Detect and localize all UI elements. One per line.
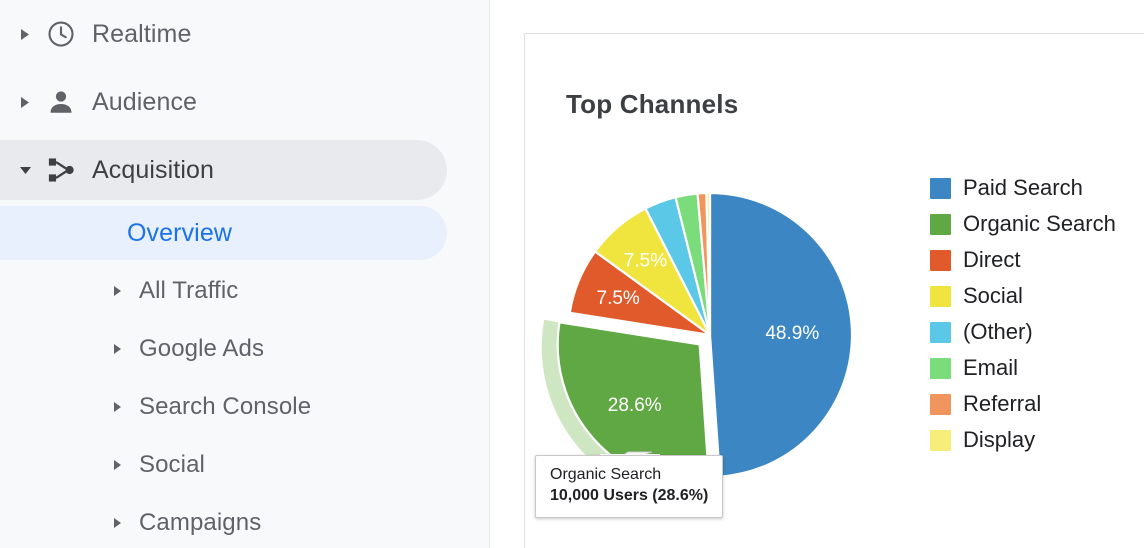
- legend-label: Social: [963, 283, 1023, 308]
- legend-item[interactable]: Paid Search: [930, 170, 1144, 206]
- chevron-right-icon[interactable]: [113, 343, 127, 355]
- person-icon: [46, 87, 80, 117]
- sidebar-item-label: Realtime: [92, 19, 192, 48]
- legend-swatch: [930, 429, 951, 451]
- clock-icon: [46, 19, 80, 49]
- tooltip-title: Organic Search: [550, 466, 662, 483]
- legend-item[interactable]: (Other): [930, 314, 1144, 350]
- legend-swatch: [930, 213, 951, 235]
- legend-swatch: [930, 177, 951, 199]
- legend-label: (Other): [963, 319, 1033, 344]
- sidebar-item-label: Google Ads: [139, 335, 265, 362]
- sidebar-item-label: Acquisition: [92, 155, 214, 184]
- page-root: Realtime Audience Acquisition Overview A…: [0, 0, 1144, 548]
- legend-label: Paid Search: [963, 175, 1083, 200]
- legend-swatch: [930, 321, 951, 343]
- chevron-right-icon[interactable]: [113, 401, 127, 413]
- legend-item[interactable]: Direct: [930, 242, 1144, 278]
- pie-slice-label: 48.9%: [765, 323, 819, 344]
- legend-swatch: [930, 285, 951, 307]
- sidebar-item-label: Social: [139, 451, 205, 478]
- legend-label: Referral: [963, 391, 1042, 416]
- chart-tooltip: Organic Search 10,000 Users (28.6%): [535, 455, 724, 518]
- sidebar-item-label: Audience: [92, 87, 198, 116]
- chevron-right-icon[interactable]: [113, 285, 127, 297]
- legend-label: Organic Search: [963, 211, 1116, 236]
- legend-item[interactable]: Referral: [930, 386, 1144, 422]
- legend-item[interactable]: Display: [930, 422, 1144, 458]
- legend-label: Direct: [963, 247, 1021, 272]
- legend-item[interactable]: Email: [930, 350, 1144, 386]
- legend-item[interactable]: Social: [930, 278, 1144, 314]
- sidebar-item-label: Search Console: [139, 393, 312, 420]
- pie-slice-label: 7.5%: [624, 250, 667, 271]
- chevron-right-icon[interactable]: [16, 28, 34, 41]
- pie-chart: 48.9% 28.6% 7.5% 7.5%: [0, 0, 854, 548]
- chevron-right-icon[interactable]: [16, 96, 34, 109]
- sidebar-item-label: Campaigns: [139, 509, 262, 536]
- chevron-right-icon[interactable]: [113, 459, 127, 471]
- share-icon: [46, 155, 80, 185]
- sidebar-item-label: All Traffic: [139, 277, 239, 304]
- sidebar-item-label: Overview: [127, 218, 232, 247]
- legend-swatch: [930, 357, 951, 379]
- legend-swatch: [930, 393, 951, 415]
- tooltip-value: 10,000 Users (28.6%): [550, 487, 709, 504]
- legend-label: Email: [963, 355, 1019, 380]
- legend-item[interactable]: Organic Search: [930, 206, 1144, 242]
- chart-legend: Paid Search Organic Search Direct Social (Ot…: [930, 170, 1144, 458]
- chevron-down-icon[interactable]: [16, 165, 34, 176]
- chevron-right-icon[interactable]: [113, 517, 127, 529]
- pie-slice-label: 7.5%: [597, 288, 640, 309]
- legend-swatch: [930, 249, 951, 271]
- pie-slice-label: 28.6%: [608, 395, 662, 416]
- legend-label: Display: [963, 427, 1036, 452]
